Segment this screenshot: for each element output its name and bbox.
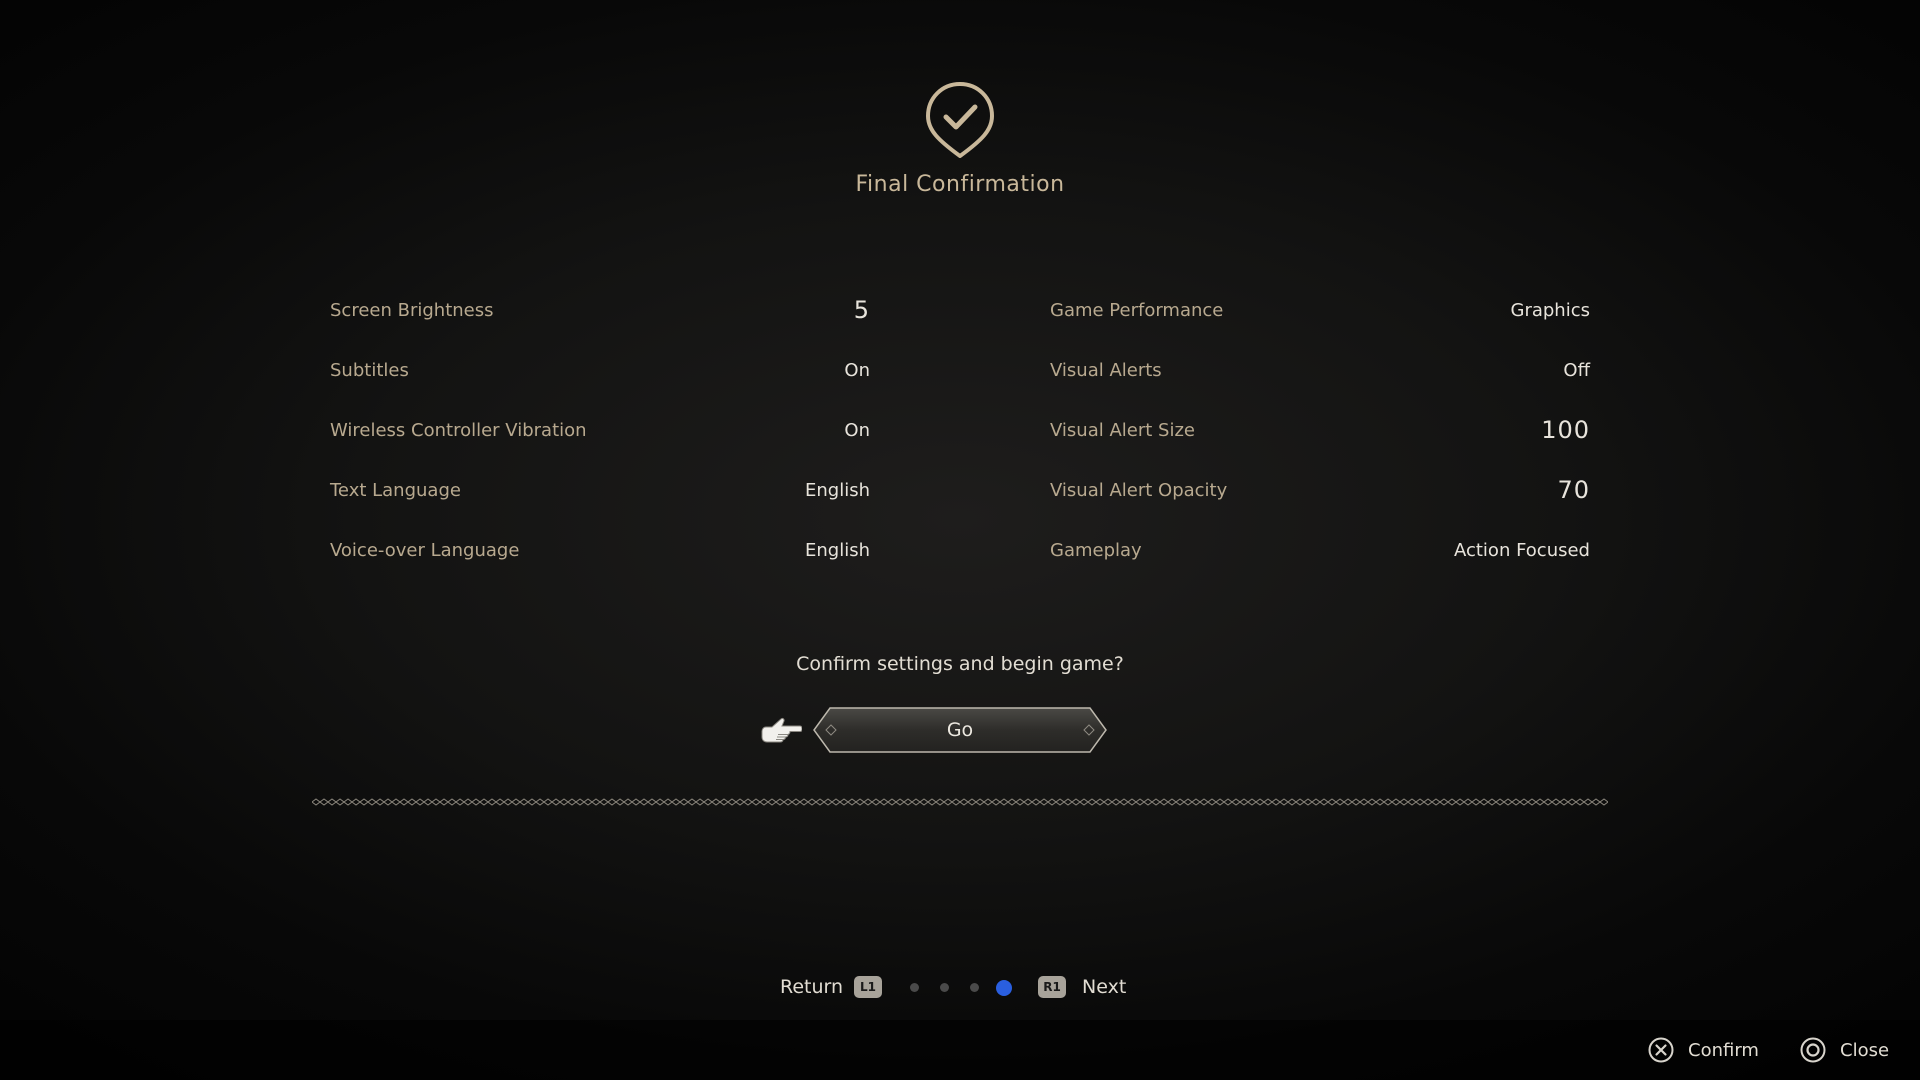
page-dot-2 bbox=[940, 983, 949, 992]
confirm-prompt: Confirm settings and begin game? bbox=[796, 653, 1124, 675]
confirm-label: Confirm bbox=[1688, 1039, 1759, 1061]
setting-row-screen-brightness: Screen Brightness 5 bbox=[330, 280, 870, 340]
final-confirmation-screen: Final Confirmation Screen Brightness 5 S… bbox=[0, 0, 1920, 1080]
setting-value: Graphics bbox=[1510, 299, 1591, 321]
setting-value: On bbox=[844, 419, 870, 441]
button-prompt-bar: Confirm Close bbox=[0, 1020, 1920, 1080]
setting-label: Visual Alert Size bbox=[1050, 419, 1195, 441]
setting-label: Wireless Controller Vibration bbox=[330, 419, 587, 441]
setting-row-controller-vibration: Wireless Controller Vibration On bbox=[330, 400, 870, 460]
setting-value: 5 bbox=[853, 296, 870, 324]
setting-value: 100 bbox=[1541, 416, 1590, 444]
go-button[interactable]: Go bbox=[812, 706, 1108, 754]
setting-value: 70 bbox=[1557, 476, 1590, 504]
page-dot-3 bbox=[970, 983, 979, 992]
cross-button-icon bbox=[1648, 1037, 1674, 1063]
setting-label: Text Language bbox=[330, 479, 461, 501]
check-shield-icon bbox=[926, 82, 994, 158]
l1-button-icon[interactable]: L1 bbox=[854, 976, 882, 998]
page-title: Final Confirmation bbox=[855, 172, 1065, 197]
page-dot-1 bbox=[910, 983, 919, 992]
setting-label: Game Performance bbox=[1050, 299, 1224, 321]
setting-row-game-performance: Game Performance Graphics bbox=[1050, 280, 1590, 340]
setting-label: Visual Alert Opacity bbox=[1050, 479, 1228, 501]
setting-row-gameplay: Gameplay Action Focused bbox=[1050, 520, 1590, 580]
circle-button-icon bbox=[1800, 1037, 1826, 1063]
return-label[interactable]: Return bbox=[780, 976, 843, 998]
setting-label: Gameplay bbox=[1050, 539, 1142, 561]
close-prompt-button[interactable]: Close bbox=[1800, 1037, 1889, 1063]
page-navigator: Return L1 R1 Next bbox=[0, 972, 1920, 1004]
pointing-hand-icon bbox=[761, 717, 802, 743]
setting-label: Voice-over Language bbox=[330, 539, 520, 561]
setting-value: Action Focused bbox=[1453, 539, 1590, 561]
setting-label: Visual Alerts bbox=[1050, 359, 1162, 381]
setting-value: Off bbox=[1563, 359, 1590, 381]
setting-label: Subtitles bbox=[330, 359, 409, 381]
setting-row-visual-alert-size: Visual Alert Size 100 bbox=[1050, 400, 1590, 460]
next-label[interactable]: Next bbox=[1082, 976, 1126, 998]
setting-row-subtitles: Subtitles On bbox=[330, 340, 870, 400]
setting-row-visual-alerts: Visual Alerts Off bbox=[1050, 340, 1590, 400]
setting-value: On bbox=[844, 359, 870, 381]
settings-summary-left: Screen Brightness 5 Subtitles On Wireles… bbox=[330, 280, 870, 580]
decorative-divider bbox=[312, 796, 1608, 808]
setting-value: English bbox=[805, 539, 870, 561]
setting-row-visual-alert-opacity: Visual Alert Opacity 70 bbox=[1050, 460, 1590, 520]
setting-row-voice-over-language: Voice-over Language English bbox=[330, 520, 870, 580]
confirm-prompt-button[interactable]: Confirm bbox=[1648, 1037, 1759, 1063]
setting-value: English bbox=[805, 479, 870, 501]
page-dot-4-active bbox=[996, 980, 1012, 996]
r1-button-icon[interactable]: R1 bbox=[1038, 976, 1066, 998]
settings-summary-right: Game Performance Graphics Visual Alerts … bbox=[1050, 280, 1590, 580]
go-button-label: Go bbox=[946, 719, 974, 741]
close-label: Close bbox=[1840, 1039, 1890, 1061]
setting-row-text-language: Text Language English bbox=[330, 460, 870, 520]
setting-label: Screen Brightness bbox=[330, 299, 494, 321]
